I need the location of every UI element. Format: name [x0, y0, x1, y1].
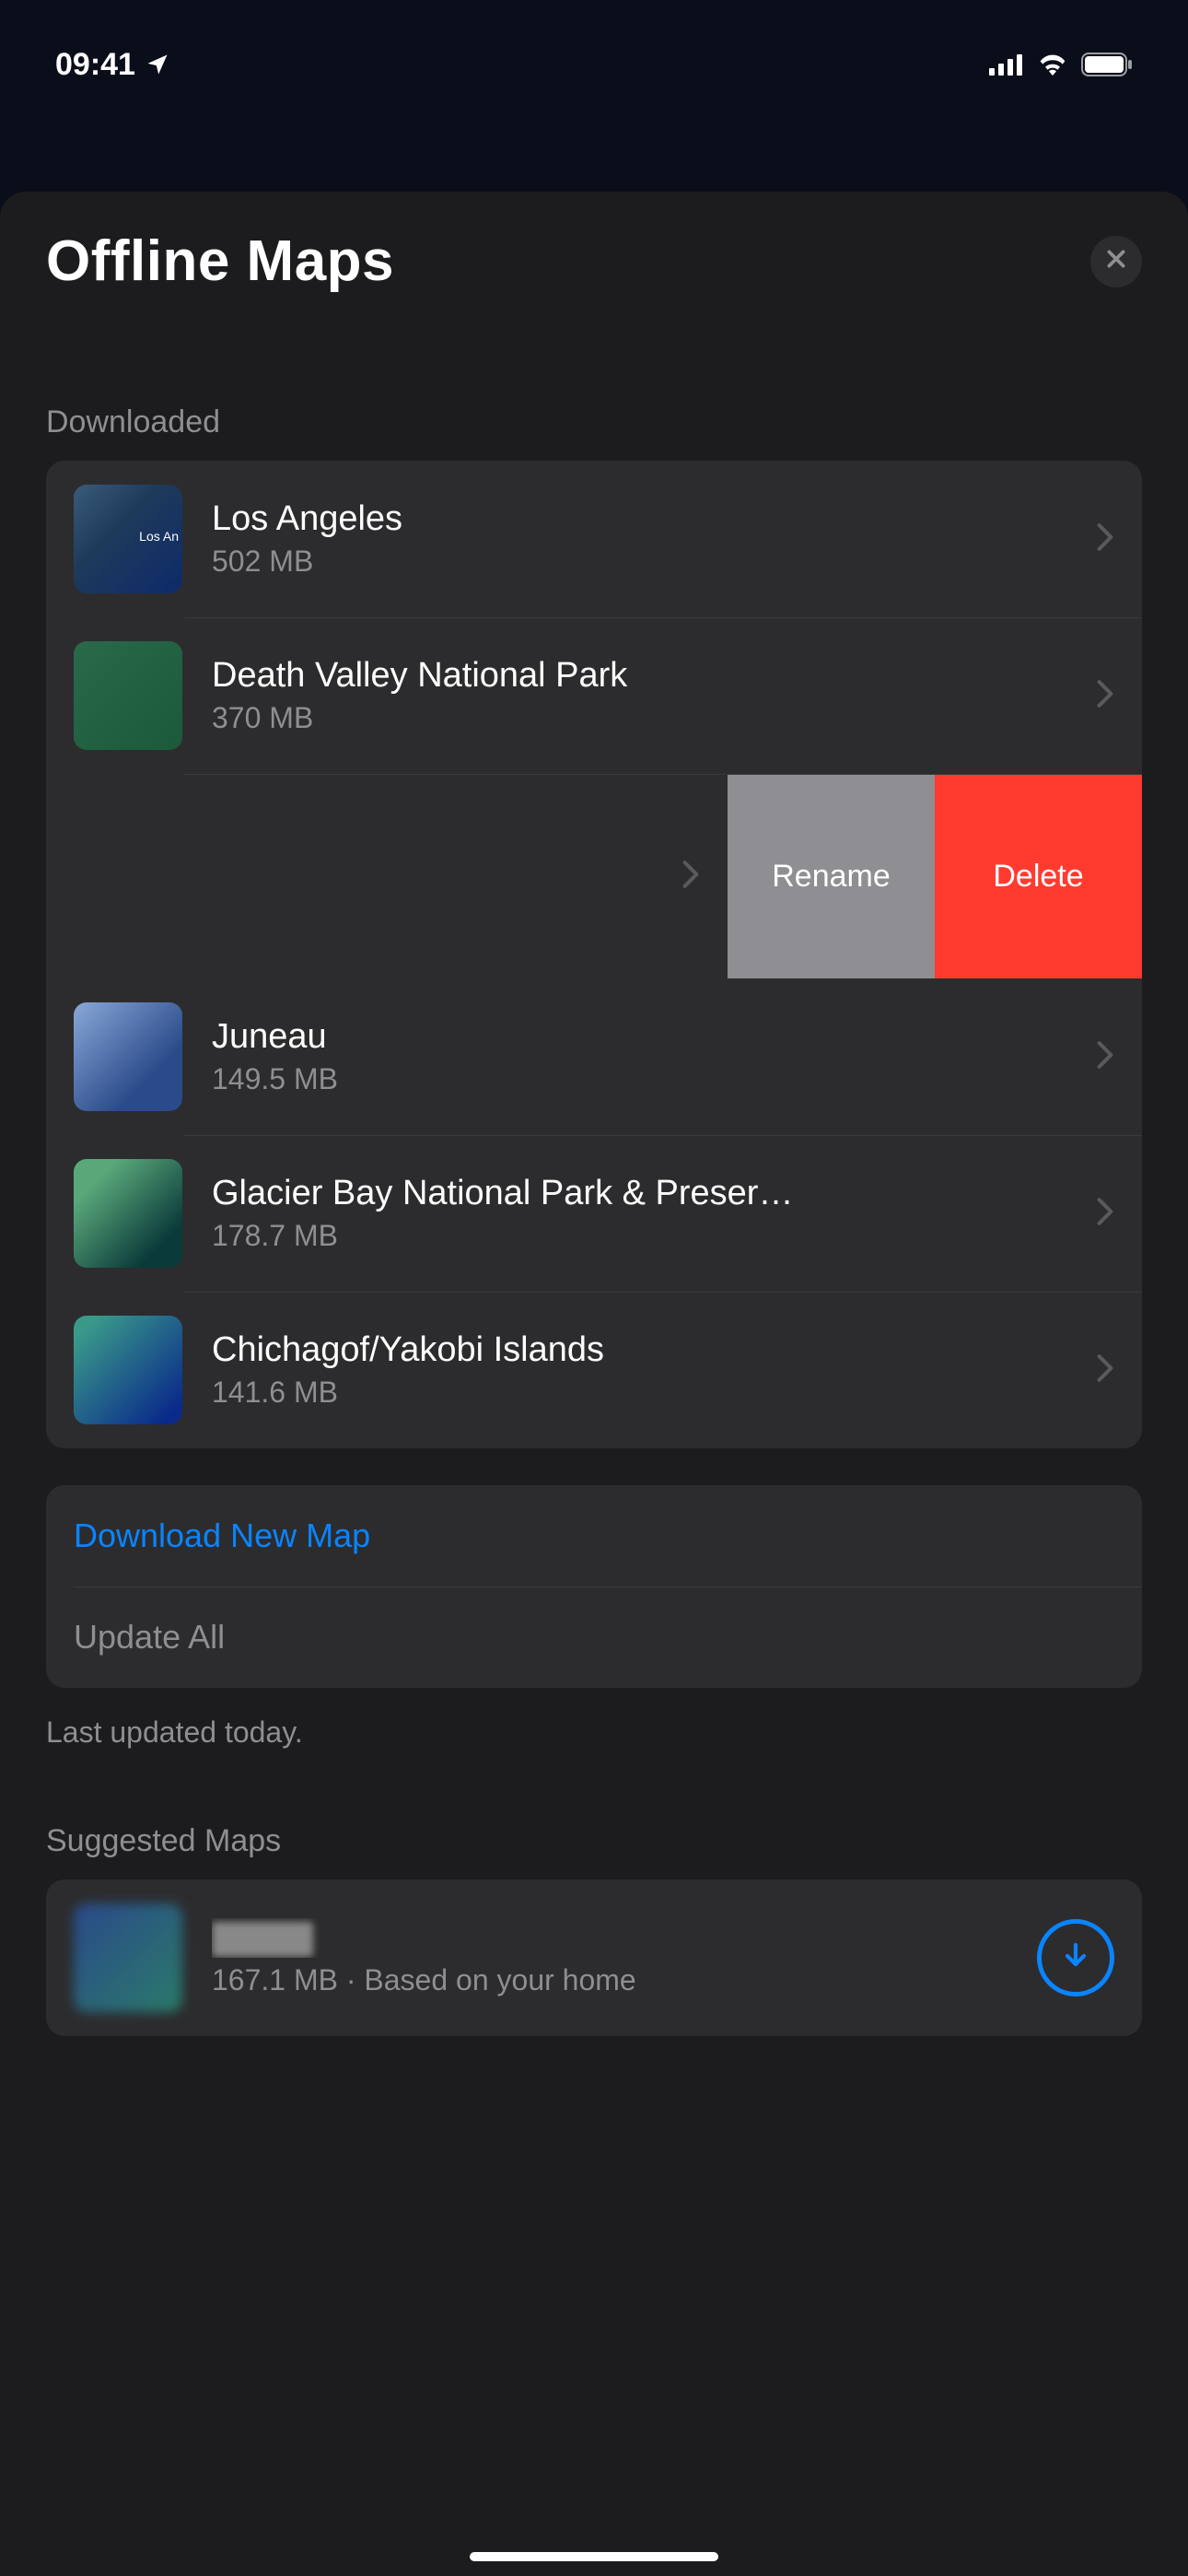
chevron-right-icon — [1096, 522, 1114, 556]
map-size: 149.5 MB — [212, 1062, 1081, 1096]
section-label-downloaded: Downloaded — [0, 404, 1188, 440]
chevron-right-icon — [681, 860, 700, 894]
map-title: Glacier Bay National Park & Preser… — [212, 1174, 1081, 1213]
map-title-fragment: ty — [46, 854, 667, 898]
download-button[interactable] — [1037, 1919, 1114, 1996]
downloaded-map-item[interactable]: Death Valley National Park 370 MB — [46, 617, 1142, 774]
map-size: 370 MB — [212, 701, 1081, 735]
chevron-right-icon — [1096, 1040, 1114, 1074]
close-button[interactable] — [1090, 236, 1142, 287]
map-title: Death Valley National Park — [212, 656, 1081, 696]
suggested-maps-group: 167.1 MB · Based on your home — [46, 1879, 1142, 2036]
home-indicator[interactable] — [470, 2552, 718, 2561]
location-arrow-icon — [145, 52, 170, 77]
delete-button[interactable]: Delete — [935, 774, 1142, 978]
map-thumbnail — [74, 1903, 182, 2012]
last-updated-note: Last updated today. — [0, 1715, 1188, 1750]
page-title: Offline Maps — [46, 228, 394, 294]
map-title-redacted — [212, 1918, 1022, 1958]
map-thumbnail — [74, 1002, 182, 1111]
status-bar: 09:41 — [0, 0, 1188, 101]
status-time: 09:41 — [55, 47, 135, 83]
map-title: Chichagof/Yakobi Islands — [212, 1330, 1081, 1370]
map-title: Los Angeles — [212, 499, 1081, 539]
downloaded-maps-group: Los Angeles 502 MB Death Valley National… — [46, 461, 1142, 1448]
wifi-icon — [1037, 53, 1068, 76]
download-new-map-button[interactable]: Download New Map — [46, 1485, 1142, 1587]
chevron-right-icon — [1096, 1197, 1114, 1231]
map-subtitle: 167.1 MB · Based on your home — [212, 1963, 1022, 1997]
map-size: 141.6 MB — [212, 1376, 1081, 1410]
map-thumbnail — [74, 1316, 182, 1424]
downloaded-map-item[interactable]: Los Angeles 502 MB — [46, 461, 1142, 617]
rename-button[interactable]: Rename — [728, 774, 935, 978]
offline-maps-sheet: Offline Maps Downloaded Los Angeles 502 … — [0, 192, 1188, 2576]
map-thumbnail — [74, 641, 182, 750]
suggested-map-item[interactable]: 167.1 MB · Based on your home — [46, 1879, 1142, 2036]
actions-group: Download New Map Update All — [46, 1485, 1142, 1688]
downloaded-map-item[interactable]: Chichagof/Yakobi Islands 141.6 MB — [46, 1292, 1142, 1448]
section-label-suggested: Suggested Maps — [0, 1823, 1188, 1859]
download-new-map-label: Download New Map — [74, 1516, 370, 1555]
map-size: 502 MB — [212, 544, 1081, 579]
downloaded-map-item-swiped[interactable]: ty Rename Delete — [46, 774, 1142, 978]
map-thumbnail — [74, 485, 182, 593]
update-all-button[interactable]: Update All — [46, 1587, 1142, 1688]
map-title: Juneau — [212, 1017, 1081, 1057]
download-arrow-icon — [1059, 1939, 1092, 1977]
downloaded-map-item[interactable]: Glacier Bay National Park & Preser… 178.… — [46, 1135, 1142, 1292]
chevron-right-icon — [1096, 679, 1114, 713]
map-size: 178.7 MB — [212, 1219, 1081, 1253]
downloaded-map-item[interactable]: Juneau 149.5 MB — [46, 978, 1142, 1135]
close-icon — [1104, 247, 1128, 275]
update-all-label: Update All — [74, 1618, 225, 1657]
cellular-icon — [989, 53, 1024, 76]
map-thumbnail — [74, 1159, 182, 1268]
chevron-right-icon — [1096, 1353, 1114, 1388]
battery-icon — [1081, 53, 1133, 76]
